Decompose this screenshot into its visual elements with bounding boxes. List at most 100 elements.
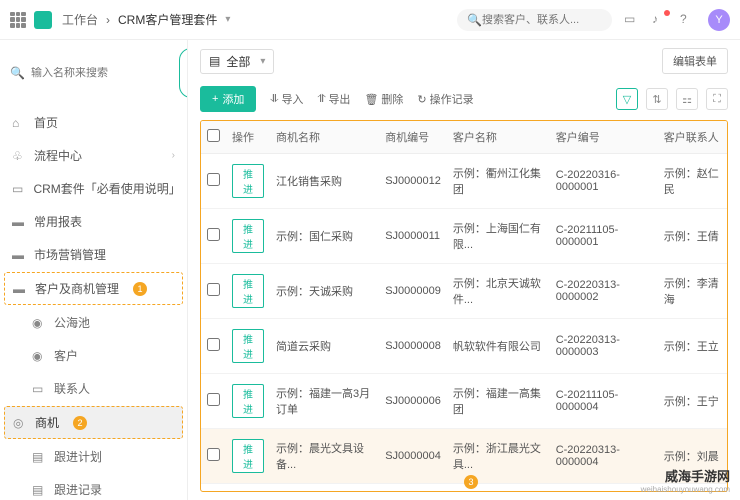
bell-icon[interactable]: ♪: [652, 12, 668, 28]
filter-icon[interactable]: ▽: [616, 88, 638, 110]
edit-form-button[interactable]: 编辑表单: [662, 48, 728, 74]
sidebar-item-label: 商机: [35, 414, 59, 431]
sidebar-item-label: 跟进记录: [54, 481, 102, 498]
row-checkbox[interactable]: [207, 393, 220, 406]
sort-icon[interactable]: ⇅: [646, 88, 668, 110]
sidebar-item-8[interactable]: ▭联系人: [0, 372, 187, 405]
customer-name[interactable]: 示例：衢州江化集团: [447, 154, 550, 209]
customer-name[interactable]: 帆软软件有限公司: [447, 319, 550, 374]
select-all-checkbox[interactable]: [207, 129, 220, 142]
table-row[interactable]: 推进 示例：国仁采购 SJ0000011 示例：上海国仁有限... C-2021…: [201, 209, 727, 264]
customer-code: C-20211105-0000004: [550, 374, 658, 429]
card-icon: ▭: [32, 382, 46, 396]
customer-name[interactable]: 示例：福建一高集团: [447, 374, 550, 429]
opportunity-name[interactable]: 示例：天诚采购: [270, 264, 379, 319]
columns-icon[interactable]: ⚏: [676, 88, 698, 110]
help-icon[interactable]: ?: [680, 12, 696, 28]
row-checkbox[interactable]: [207, 448, 220, 461]
watermark: 威海手游网 weihaishouyouwang.com: [641, 466, 730, 494]
customer-name[interactable]: 示例：上海国仁有限...: [447, 209, 550, 264]
sidebar-item-label: 跟进计划: [54, 448, 102, 465]
table-row[interactable]: 推进 示例：天诚采购 SJ0000009 示例：北京天诚软件... C-2022…: [201, 264, 727, 319]
col-header-3[interactable]: 商机编号: [379, 121, 447, 154]
upload-icon: ⥣: [317, 93, 325, 106]
sidebar-item-10[interactable]: ▤跟进计划: [0, 440, 187, 473]
sidebar-item-label: 公海池: [54, 314, 90, 331]
sidebar-item-7[interactable]: ◉ 客户: [0, 339, 187, 372]
apps-grid-icon[interactable]: [10, 12, 26, 28]
table-row[interactable]: 推进 简道云采购 SJ0000008 帆软软件有限公司 C-20220313-0…: [201, 319, 727, 374]
delete-button[interactable]: 🗑删除: [364, 91, 403, 107]
plus-icon: +: [212, 93, 218, 105]
expand-icon[interactable]: ⛶: [706, 88, 728, 110]
opportunity-name[interactable]: 示例：福建一高3月订单: [270, 374, 379, 429]
sidebar-item-6[interactable]: ◉ 公海池: [0, 306, 187, 339]
col-header-6[interactable]: 客户联系人: [658, 121, 727, 154]
new-button[interactable]: + 新建: [179, 48, 188, 98]
col-header-1[interactable]: 操作: [226, 121, 270, 154]
import-button[interactable]: ⥥导入: [270, 91, 303, 107]
folder-icon: ▬: [13, 282, 27, 296]
row-checkbox[interactable]: [207, 283, 220, 296]
col-header-0[interactable]: [201, 121, 226, 154]
sidebar-item-3[interactable]: ▬常用报表: [0, 205, 187, 238]
sidebar-item-1[interactable]: ♧ 流程中心 ›: [0, 139, 187, 172]
folder-icon: ▬: [12, 215, 26, 229]
sidebar-search-input[interactable]: [31, 67, 173, 79]
opportunity-name[interactable]: 江化销售采购: [270, 154, 379, 209]
chevron-right-icon: ›: [172, 150, 175, 161]
promote-button[interactable]: 推进: [232, 384, 264, 418]
customer-name[interactable]: 示例：北京天诚软件...: [447, 264, 550, 319]
row-checkbox[interactable]: [207, 173, 220, 186]
sidebar-item-2[interactable]: ▭CRM套件「必看使用说明」: [0, 172, 187, 205]
customer-name[interactable]: 示例：浙江晨光文具...: [447, 429, 550, 484]
chevron-down-icon: ▾: [260, 56, 265, 67]
col-header-4[interactable]: 客户名称: [447, 121, 550, 154]
folder-icon: ▬: [12, 248, 26, 262]
table-row[interactable]: 推进 江化销售采购 SJ0000012 示例：衢州江化集团 C-20220316…: [201, 154, 727, 209]
flow-icon: ♧: [12, 149, 26, 163]
add-button[interactable]: +添加: [200, 86, 256, 112]
row-checkbox[interactable]: [207, 338, 220, 351]
avatar[interactable]: Y: [708, 9, 730, 31]
row-checkbox[interactable]: [207, 228, 220, 241]
sidebar-item-9[interactable]: ◎商机2: [4, 406, 183, 439]
global-search-input[interactable]: [482, 14, 602, 26]
annotation-badge-3: 3: [464, 475, 478, 489]
sidebar-item-label: 客户: [54, 347, 78, 364]
opportunity-name[interactable]: 示例：晨光文具设备...: [270, 429, 379, 484]
sidebar-item-5[interactable]: ▬客户及商机管理1: [4, 272, 183, 305]
chevron-down-icon[interactable]: ▾: [225, 14, 230, 25]
promote-button[interactable]: 推进: [232, 219, 264, 253]
view-label: 全部: [226, 53, 250, 70]
sidebar-item-4[interactable]: ▬市场营销管理: [0, 238, 187, 271]
user-icon: ◉: [32, 349, 46, 363]
history-button[interactable]: ↻操作记录: [417, 91, 473, 107]
col-header-2[interactable]: 商机名称: [270, 121, 379, 154]
export-button[interactable]: ⥣导出: [317, 91, 350, 107]
annotation-badge: 2: [73, 416, 87, 430]
user-icon: ◉: [32, 316, 46, 330]
breadcrumb-workspace[interactable]: 工作台: [62, 11, 98, 28]
promote-button[interactable]: 推进: [232, 164, 264, 198]
clipboard-icon[interactable]: ▭: [624, 12, 640, 28]
sidebar-item-label: CRM套件「必看使用说明」: [33, 180, 175, 197]
trash-icon: 🗑: [364, 93, 378, 106]
breadcrumb: 工作台 › CRM客户管理套件 ▾: [58, 11, 234, 28]
promote-button[interactable]: 推进: [232, 329, 264, 363]
global-search[interactable]: 🔍: [457, 9, 612, 31]
view-selector[interactable]: ▤ 全部 ▾: [200, 49, 274, 74]
sidebar: 🔍 + 新建 ⋯ ⌂首页♧流程中心›▭CRM套件「必看使用说明」▬常用报表▬市场…: [0, 40, 188, 500]
sidebar-item-0[interactable]: ⌂首页: [0, 106, 187, 139]
promote-button[interactable]: 推进: [232, 439, 264, 473]
table-container: 操作商机名称商机编号客户名称客户编号客户联系人 推进 江化销售采购 SJ0000…: [200, 120, 728, 492]
col-header-5[interactable]: 客户编号: [550, 121, 658, 154]
opportunity-name[interactable]: 示例：国仁采购: [270, 209, 379, 264]
sidebar-item-11[interactable]: ▤跟进记录: [0, 473, 187, 500]
table-row[interactable]: 推进 示例：福建一高3月订单 SJ0000006 示例：福建一高集团 C-202…: [201, 374, 727, 429]
sidebar-item-label: 流程中心: [34, 147, 82, 164]
opportunity-name[interactable]: 简道云采购: [270, 319, 379, 374]
search-icon: 🔍: [467, 13, 482, 27]
promote-button[interactable]: 推进: [232, 274, 264, 308]
breadcrumb-app[interactable]: CRM客户管理套件: [118, 11, 217, 28]
